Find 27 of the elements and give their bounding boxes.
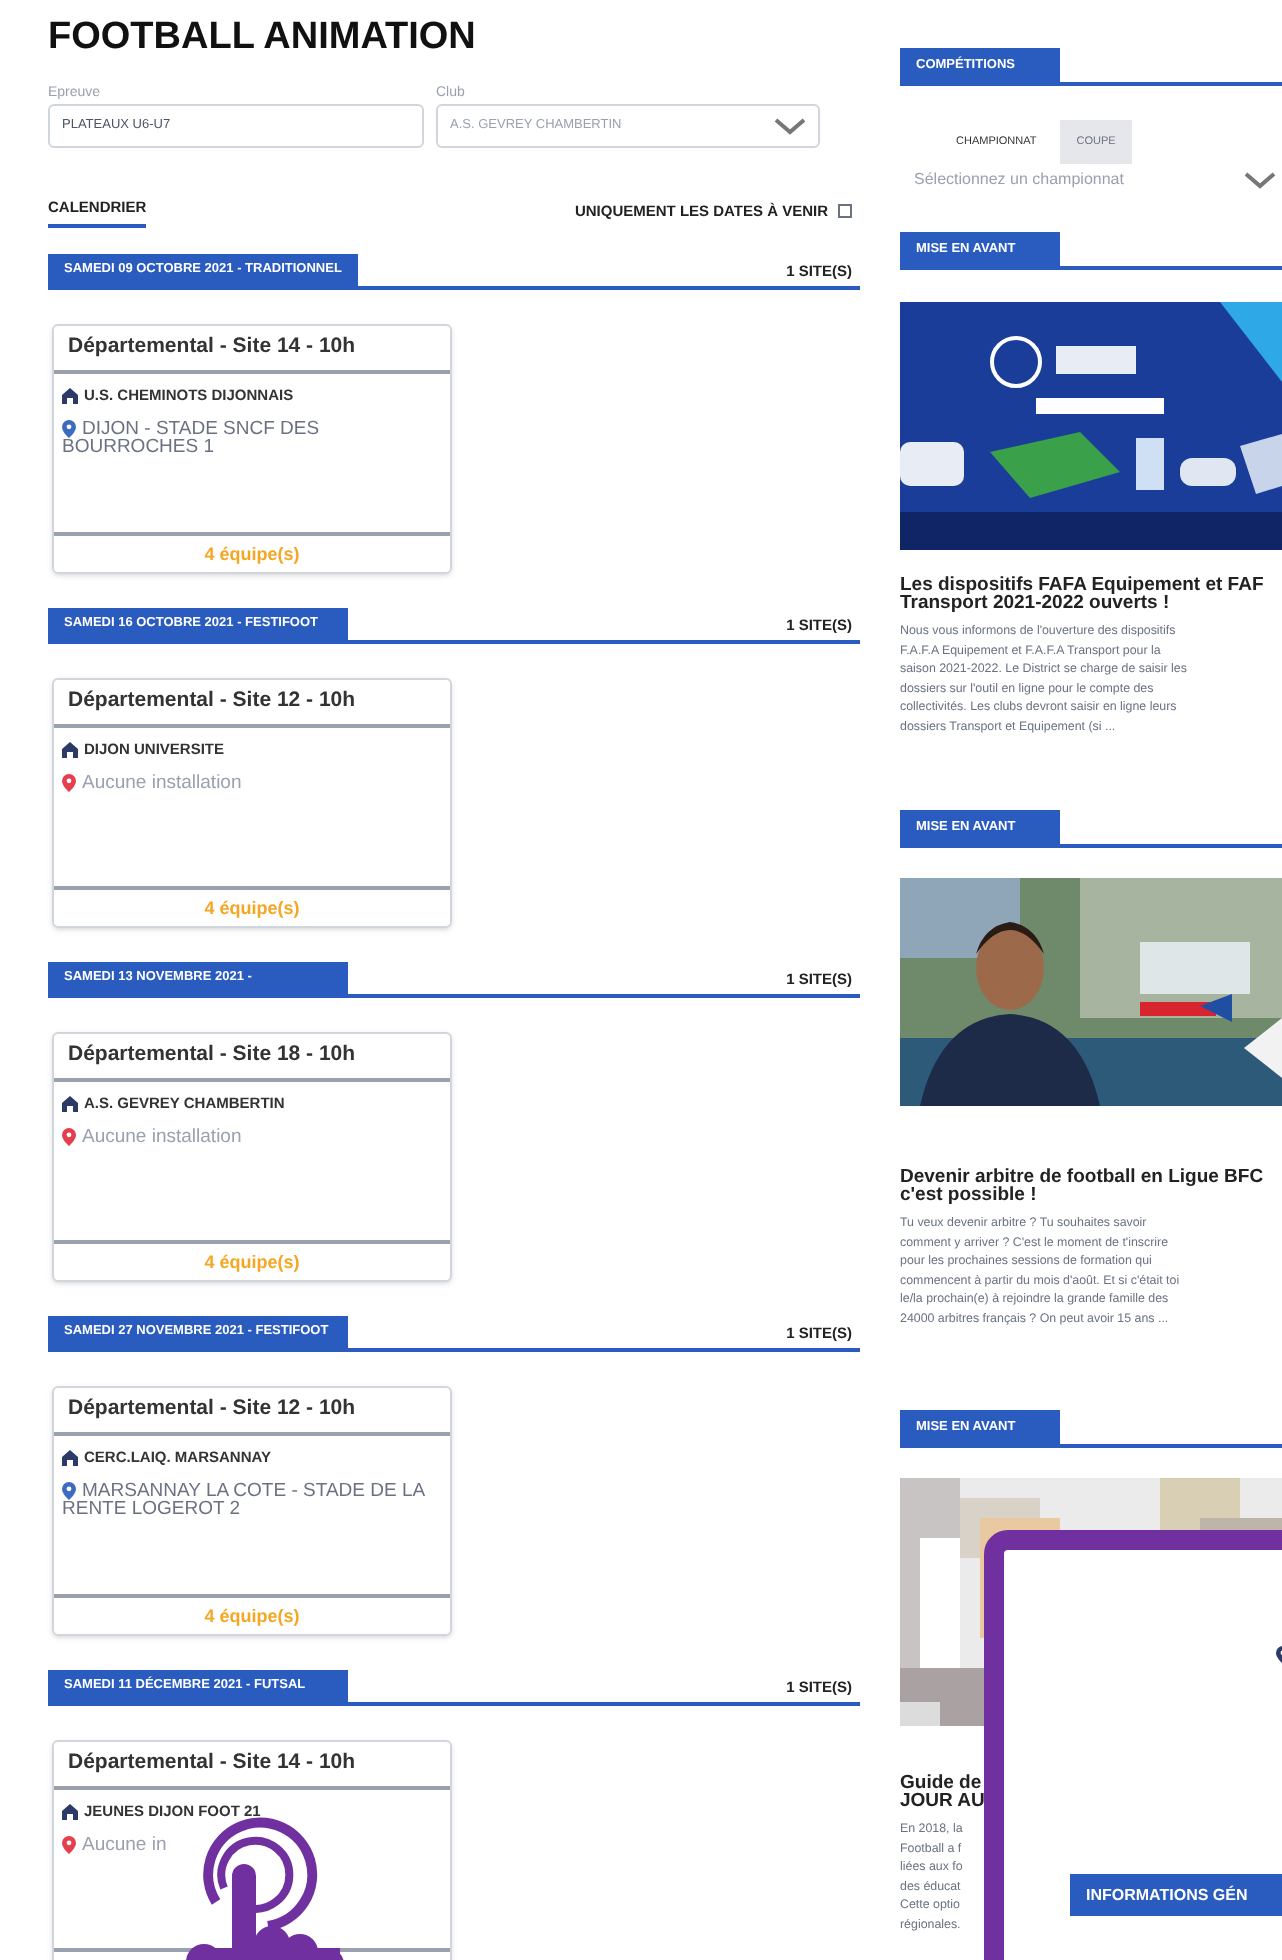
card-title: Départemental - Site 14 - 10h (54, 1742, 450, 1791)
card-title: Départemental - Site 14 - 10h (54, 326, 450, 375)
location-text: Aucune installation (62, 1127, 442, 1145)
card-title: Départemental - Site 12 - 10h (54, 1388, 450, 1437)
house-icon (62, 387, 78, 404)
team-count: 4 équipe(s) (204, 1249, 300, 1276)
team-count: 4 équipe(s) (204, 1603, 300, 1630)
house-icon (62, 1449, 78, 1466)
chevron-down-icon (1244, 171, 1276, 189)
card-title: Départemental - Site 12 - 10h (54, 680, 450, 729)
checkbox[interactable] (838, 204, 852, 219)
team-count: 4 équipe(s) (204, 895, 300, 922)
page-title: FOOTBALL ANIMATION (48, 18, 476, 58)
location-text: Aucune installation (62, 773, 442, 791)
house-icon (62, 741, 78, 758)
article-title[interactable]: Guide de JOUR AU (900, 1774, 985, 1810)
house-icon (62, 1095, 78, 1112)
team-count: 4 équipe(s) (204, 541, 300, 568)
info-button[interactable]: INFORMATIONS GÉN (1070, 1874, 1282, 1916)
location-text: Aucune in (62, 1835, 442, 1853)
chevron-down-icon (774, 117, 806, 135)
article-title[interactable]: Les dispositifs FAFA Equipement et FAF Transport 2021-2022 ouverts ! (900, 576, 1264, 612)
location-text: DIJON - STADE SNCF DES BOURROCHES 1 (62, 419, 322, 455)
article-title[interactable]: Devenir arbitre de football en Ligue BFC c'est possible ! (900, 1168, 1264, 1204)
house-icon (62, 1803, 78, 1820)
location-text: MARSANNAY LA COTE - STADE DE LA RENTE LOGEROT 2 (62, 1481, 427, 1517)
card-title: Départemental - Site 18 - 10h (54, 1034, 450, 1083)
